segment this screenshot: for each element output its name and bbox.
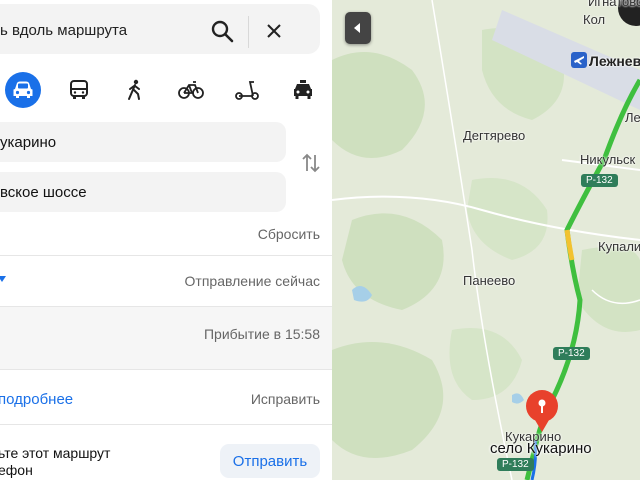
route-to-text: вское шоссе [0, 184, 87, 201]
road-badge: Р-132 [497, 458, 534, 471]
search-divider [248, 16, 249, 48]
send-text-line2: ефон [0, 462, 33, 478]
send-text-line1: ьте этот маршрут [0, 445, 111, 461]
route-option-card[interactable]: Прибытие в 15:58 [0, 307, 332, 369]
map-place-label: Никульск [580, 152, 636, 167]
walk-icon [128, 79, 140, 100]
map-place-label: Кол [583, 12, 606, 27]
search-icon[interactable] [210, 19, 234, 43]
divider [0, 369, 332, 370]
map-place-label: Дегтярево [463, 128, 526, 143]
close-icon[interactable] [264, 21, 284, 41]
map-place-label: Панеево [463, 273, 516, 288]
chevron-down-icon[interactable] [0, 276, 6, 282]
mode-bicycle-button[interactable] [173, 72, 209, 108]
car-icon [13, 81, 33, 98]
search-input[interactable]: ь вдоль маршрута [0, 22, 127, 39]
map-view[interactable] [332, 0, 640, 480]
route-panel: ь вдоль маршрута укарино вское шоссе Сбр… [0, 0, 332, 480]
map-place-label: Игнатово [588, 0, 640, 9]
route-to-field[interactable]: вское шоссе [0, 172, 286, 212]
destination-label: село Кукарино [490, 440, 592, 457]
route-from-text: укарино [0, 134, 57, 151]
mode-scooter-button[interactable] [229, 72, 265, 108]
road-badge: Р-132 [581, 174, 618, 187]
map-place-label: Купали [598, 239, 640, 254]
fix-button[interactable]: Исправить [251, 391, 320, 407]
scooter-icon [235, 81, 259, 100]
map-canvas [332, 0, 640, 480]
bus-icon [70, 80, 88, 99]
airport-icon [571, 52, 587, 68]
airport-label: Лежнев [589, 53, 640, 69]
send-route-text: ьте этот маршрут ефон [0, 445, 110, 479]
mode-car-button[interactable] [5, 72, 41, 108]
route-from-field[interactable]: укарино [0, 122, 286, 162]
mode-walk-button[interactable] [117, 72, 153, 108]
departure-selector[interactable]: Отправление сейчас [185, 273, 320, 289]
chevron-left-icon [354, 23, 360, 33]
divider [0, 424, 332, 425]
taxi-icon [294, 80, 312, 99]
mode-bus-button[interactable] [61, 72, 97, 108]
details-link[interactable]: подробнее [0, 391, 73, 408]
send-button[interactable]: Отправить [220, 444, 320, 478]
search-box[interactable]: ь вдоль маршрута [0, 4, 320, 54]
collapse-panel-button[interactable] [345, 12, 371, 44]
divider [0, 255, 332, 256]
swap-icon[interactable] [300, 152, 322, 174]
map-place-label: Лег [625, 110, 640, 125]
reset-button[interactable]: Сбросить [258, 226, 320, 242]
road-badge: Р-132 [553, 347, 590, 360]
mode-taxi-button[interactable] [285, 72, 321, 108]
arrival-time: Прибытие в 15:58 [203, 326, 320, 342]
bicycle-icon [178, 81, 204, 99]
